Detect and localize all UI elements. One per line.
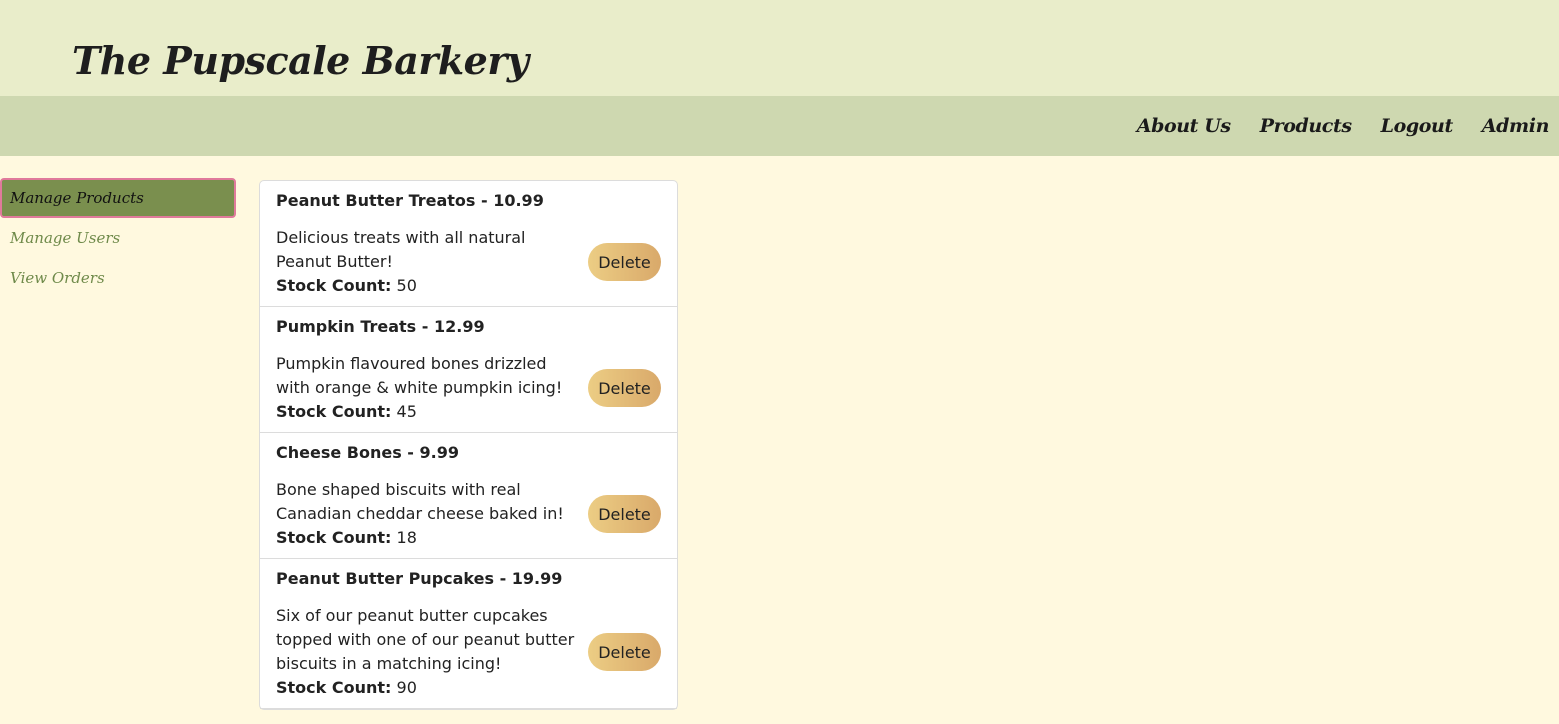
stock-count: 45 [396,402,417,421]
nav-about-us[interactable]: About Us [1137,115,1231,137]
list-item: Peanut Butter Pupcakes - 19.99 Six of ou… [260,559,677,709]
delete-button[interactable]: Delete [588,495,661,533]
stock-label: Stock Count: [276,276,392,295]
stock-label: Stock Count: [276,678,392,697]
sidebar-item-view-orders[interactable]: View Orders [0,258,236,298]
product-list: Peanut Butter Treatos - 10.99 Delicious … [259,180,678,710]
stock-count: 50 [396,276,417,295]
product-description: Delicious treats with all natural Peanut… [276,228,526,271]
product-title: Cheese Bones - 9.99 [276,443,459,462]
site-header: The Pupscale Barkery [0,0,1559,96]
product-description: Bone shaped biscuits with real Canadian … [276,480,564,523]
product-title: Pumpkin Treats - 12.99 [276,317,485,336]
nav-products[interactable]: Products [1260,115,1352,137]
product-title: Peanut Butter Treatos - 10.99 [276,191,544,210]
product-title: Peanut Butter Pupcakes - 19.99 [276,569,563,588]
sidebar-item-manage-users[interactable]: Manage Users [0,218,236,258]
list-item: Cheese Bones - 9.99 Bone shaped biscuits… [260,433,677,559]
product-description: Pumpkin flavoured bones drizzled with or… [276,354,563,397]
product-description: Six of our peanut butter cupcakes topped… [276,606,575,673]
admin-sidebar: Manage Products Manage Users View Orders [0,178,236,298]
stock-label: Stock Count: [276,528,392,547]
sidebar-item-manage-products[interactable]: Manage Products [0,178,236,218]
delete-button[interactable]: Delete [588,633,661,671]
list-item: Peanut Butter Treatos - 10.99 Delicious … [260,181,677,307]
delete-button[interactable]: Delete [588,243,661,281]
stock-count: 90 [396,678,417,697]
top-navbar: About Us Products Logout Admin [0,96,1559,156]
delete-button[interactable]: Delete [588,369,661,407]
nav-admin[interactable]: Admin [1482,115,1550,137]
main-content: Manage Products Manage Users View Orders… [0,156,1559,724]
stock-label: Stock Count: [276,402,392,421]
stock-count: 18 [396,528,417,547]
list-item: Pumpkin Treats - 12.99 Pumpkin flavoured… [260,307,677,433]
nav-logout[interactable]: Logout [1381,115,1454,137]
brand-title[interactable]: The Pupscale Barkery [72,38,529,83]
